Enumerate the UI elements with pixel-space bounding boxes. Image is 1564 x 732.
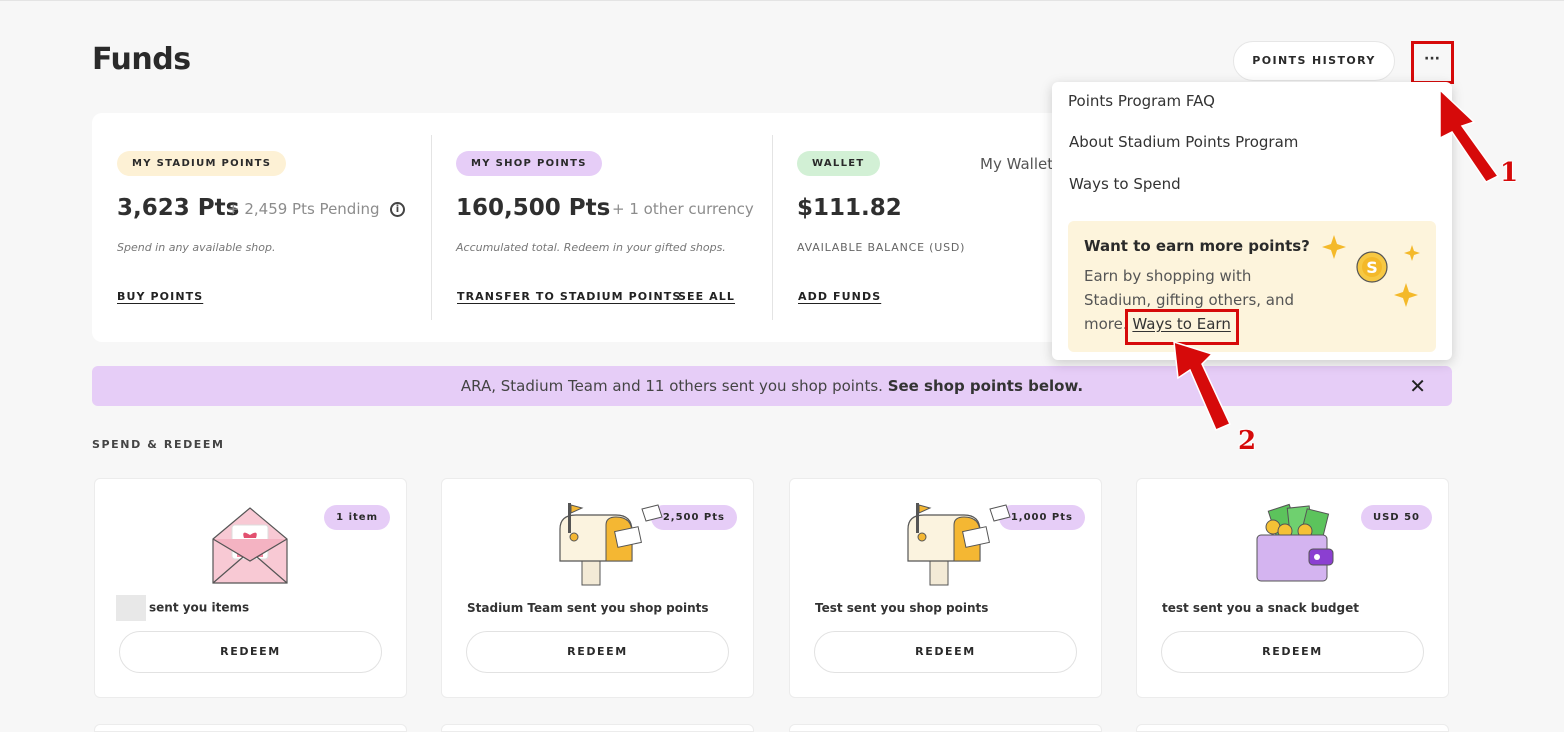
shop-points-amount: 160,500 Pts: [456, 195, 611, 221]
transfer-to-stadium-points-link[interactable]: TRANSFER TO STADIUM POINTS: [457, 290, 681, 303]
card-text: test sent you a snack budget: [1162, 601, 1359, 615]
redeem-card: USD 50 test sent you a snack budget REDE…: [1136, 478, 1449, 698]
card-badge: 1 item: [324, 505, 390, 530]
wallet-amount: $111.82: [797, 195, 902, 221]
shop-points-other-currency[interactable]: + 1 other currency: [612, 200, 754, 218]
available-balance-label: AVAILABLE BALANCE (USD): [797, 241, 966, 254]
redeem-card: 1,000 Pts Test sent you shop points REDE…: [789, 478, 1102, 698]
stadium-points-note: Spend in any available shop.: [117, 241, 276, 254]
menu-item-ways-to-spend[interactable]: Ways to Spend: [1069, 175, 1181, 193]
card-edge: [94, 724, 407, 732]
avatar: [116, 595, 146, 621]
annotation-box-more: [1411, 41, 1454, 84]
card-text: Stadium Team sent you shop points: [467, 601, 709, 615]
funds-summary-panel: MY STADIUM POINTS 3,623 Pts + 2,459 Pts …: [92, 113, 1114, 342]
section-title: SPEND & REDEEM: [92, 438, 225, 451]
card-text: Test sent you shop points: [815, 601, 989, 615]
stadium-points-tag: MY STADIUM POINTS: [117, 151, 287, 176]
annotation-arrows: [1173, 88, 1500, 431]
page-title: Funds: [92, 42, 191, 77]
card-text-label: sent you items: [149, 600, 250, 615]
annotation-number: 1: [1500, 158, 1519, 188]
stadium-points-amount: 3,623 Pts: [117, 195, 240, 221]
points-history-button[interactable]: POINTS HISTORY: [1233, 41, 1395, 81]
mailbox-icon: [559, 503, 663, 586]
add-funds-link[interactable]: ADD FUNDS: [798, 290, 881, 303]
divider: [431, 135, 432, 320]
stadium-points-pending: + 2,459 Pts Pending: [227, 200, 380, 218]
card-badge: USD 50: [1360, 505, 1432, 530]
gift-envelope-icon: [212, 507, 288, 584]
wallet-money-icon: [1256, 503, 1334, 582]
mailbox-icon: [907, 503, 1011, 586]
redeem-button[interactable]: REDEEM: [1161, 631, 1424, 673]
top-border: [0, 0, 1564, 1]
annotation-number: 2: [1238, 426, 1257, 456]
wallet-tag: WALLET: [797, 151, 880, 176]
card-edge: [441, 724, 754, 732]
buy-points-link[interactable]: BUY POINTS: [117, 290, 203, 303]
see-all-link[interactable]: SEE ALL: [678, 290, 735, 303]
banner-text: ARA, Stadium Team and 11 others sent you…: [460, 377, 883, 395]
shop-points-note: Accumulated total. Redeem in your gifted…: [456, 241, 726, 254]
banner-link[interactable]: See shop points below.: [888, 377, 1083, 395]
card-text: sent you items: [116, 595, 249, 621]
info-icon[interactable]: i: [390, 202, 405, 217]
redeem-button[interactable]: REDEEM: [466, 631, 729, 673]
card-edge: [789, 724, 1102, 732]
shop-points-tag: MY SHOP POINTS: [456, 151, 602, 176]
redeem-button[interactable]: REDEEM: [814, 631, 1077, 673]
redeem-button[interactable]: REDEEM: [119, 631, 382, 673]
redeem-card: 2,500 Pts Stadium Team sent you shop poi…: [441, 478, 754, 698]
divider: [772, 135, 773, 320]
card-edge: [1136, 724, 1449, 732]
my-wallet-label[interactable]: My Wallet: [980, 155, 1053, 173]
redeem-card: 1 item sent you items REDEEM: [94, 478, 407, 698]
